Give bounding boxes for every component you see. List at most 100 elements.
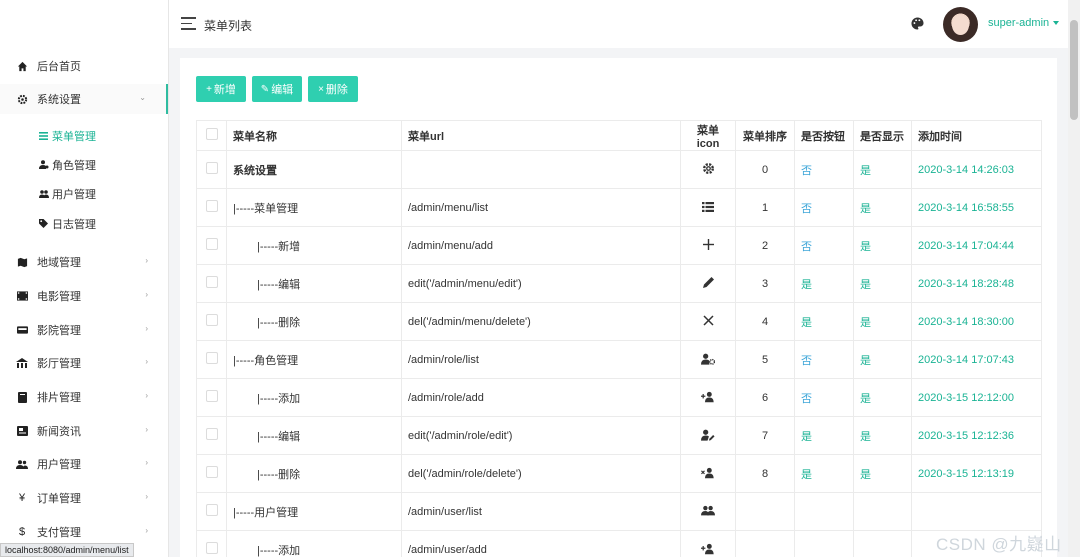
gear-icon (701, 161, 715, 175)
select-all-checkbox[interactable] (196, 120, 227, 151)
menu-icon-cell (680, 492, 736, 531)
is-visible-cell (853, 492, 912, 531)
sidebar-item-users[interactable]: 用户管理 › (0, 449, 168, 479)
table-header-row: 菜单名称 菜单url 菜单icon 菜单排序 是否按钮 是否显示 添加时间 (196, 120, 1042, 151)
page-title: 菜单列表 (204, 19, 253, 33)
sidebar-item-news[interactable]: 新闻资讯 › (0, 416, 168, 446)
menu-icon-cell (680, 302, 736, 341)
is-visible-cell: 是 (853, 378, 912, 417)
edit-button[interactable]: ✎ 编辑 (252, 76, 302, 102)
gear-icon (16, 93, 28, 105)
is-visible-cell: 是 (853, 302, 912, 341)
row-checkbox[interactable] (196, 150, 227, 189)
user-gear-icon (38, 160, 49, 169)
column-header: 菜单icon (680, 120, 736, 151)
chevron-right-icon: › (145, 492, 148, 501)
menu-name-cell: |-----删除 (226, 302, 402, 341)
row-checkbox[interactable] (196, 378, 227, 417)
sidebar-item-orders[interactable]: ¥ 订单管理 › (0, 483, 168, 513)
table-row[interactable]: |-----角色管理/admin/role/list 5 否是 2020-3-14 1… (196, 340, 1042, 379)
sidebar-item-system-settings[interactable]: 系统设置 ⌄ (0, 84, 168, 114)
news-icon (16, 425, 28, 437)
chevron-right-icon: › (145, 324, 148, 333)
created-time-cell: 2020-3-15 12:12:00 (911, 378, 1042, 417)
row-checkbox[interactable] (196, 302, 227, 341)
tag-icon (38, 219, 49, 228)
sidebar-item-label: 订单管理 (37, 493, 81, 505)
sidebar-item-label: 影院管理 (37, 325, 81, 337)
sidebar-item-schedule[interactable]: 排片管理 › (0, 382, 168, 412)
sidebar-subitem-log[interactable]: 日志管理 (0, 209, 168, 238)
menu-order-cell: 6 (735, 378, 795, 417)
row-checkbox[interactable] (196, 492, 227, 531)
sidebar-subitem-label: 菜单管理 (52, 130, 96, 143)
avatar[interactable] (943, 7, 978, 42)
menu-name-cell: 系统设置 (226, 150, 402, 189)
row-checkbox[interactable] (196, 416, 227, 455)
add-button[interactable]: + 新增 (196, 76, 246, 102)
row-checkbox[interactable] (196, 530, 227, 557)
pencil-icon: ✎ (260, 83, 270, 95)
user-edit-icon (701, 428, 715, 442)
table-row[interactable]: |-----添加/admin/role/add 6 否是 2020-3-15 12:1… (196, 378, 1042, 417)
table-row[interactable]: |-----添加/admin/user/add (196, 530, 1042, 557)
is-button-cell: 否 (794, 188, 854, 227)
user-menu[interactable]: super-admin (988, 17, 1060, 29)
sidebar-subitem-menu[interactable]: 菜单管理 (0, 121, 168, 150)
sidebar-item-cinema[interactable]: 影院管理 › (0, 315, 168, 345)
created-time-cell (911, 492, 1042, 531)
chevron-right-icon: › (145, 357, 148, 366)
plus-icon (701, 238, 715, 252)
sidebar-item-label: 新闻资讯 (37, 426, 81, 438)
column-header: 是否显示 (853, 120, 912, 151)
row-checkbox[interactable] (196, 226, 227, 265)
row-checkbox[interactable] (196, 264, 227, 303)
table-row[interactable]: |-----编辑 edit('/admin/menu/edit') 3 是是 2020-… (196, 264, 1042, 303)
menu-url-cell: edit('/admin/menu/edit') (401, 264, 681, 303)
scrollbar[interactable] (1068, 0, 1080, 557)
menu-toggle-icon[interactable] (181, 17, 196, 30)
table-row[interactable]: |-----菜单管理/admin/menu/list 1 否是 2020-3-14 1… (196, 188, 1042, 227)
table-row[interactable]: 系统设置 0 否是 2020-3-14 14:26:03 (196, 150, 1042, 189)
created-time-cell: 2020-3-15 12:12:36 (911, 416, 1042, 455)
sidebar-item-film[interactable]: 电影管理 › (0, 281, 168, 311)
menu-icon-cell (680, 378, 736, 417)
row-checkbox[interactable] (196, 454, 227, 493)
table-row[interactable]: |-----用户管理/admin/user/list (196, 492, 1042, 531)
row-checkbox[interactable] (196, 340, 227, 379)
menu-name-cell: |-----新增 (226, 226, 402, 265)
users-icon (701, 504, 715, 518)
sidebar-item-region[interactable]: 地域管理 › (0, 247, 168, 277)
table-row[interactable]: |-----编辑 edit('/admin/role/edit') 7 是是 2020-… (196, 416, 1042, 455)
created-time-cell: 2020-3-14 17:04:44 (911, 226, 1042, 265)
sidebar-item-hall[interactable]: 影厅管理 › (0, 348, 168, 378)
scrollbar-thumb[interactable] (1070, 20, 1078, 120)
sidebar-item-home[interactable]: 后台首页 (0, 51, 168, 81)
menu-url-cell: /admin/role/list (401, 340, 681, 379)
is-button-cell: 否 (794, 340, 854, 379)
dollar-icon: $ (18, 526, 26, 538)
delete-button[interactable]: × 删除 (308, 76, 358, 102)
menu-url-cell: /admin/menu/add (401, 226, 681, 265)
table-row[interactable]: |-----新增/admin/menu/add 2 否是 2020-3-14 17:0… (196, 226, 1042, 265)
sidebar-subitem-label: 角色管理 (52, 159, 96, 172)
row-checkbox[interactable] (196, 188, 227, 227)
palette-icon[interactable] (911, 17, 925, 31)
schedule-icon (16, 391, 28, 403)
table-row[interactable]: |-----删除 del('/admin/menu/delete') 4 是是 2020… (196, 302, 1042, 341)
menu-order-cell: 5 (735, 340, 795, 379)
created-time-cell: 2020-3-14 17:07:43 (911, 340, 1042, 379)
sidebar-subitem-role[interactable]: 角色管理 (0, 150, 168, 179)
menu-order-cell: 1 (735, 188, 795, 227)
edit-button-label: 编辑 (271, 84, 294, 96)
sidebar-subitem-user[interactable]: 用户管理 (0, 179, 168, 208)
menu-name-cell: |-----菜单管理 (226, 188, 402, 227)
chevron-right-icon: › (145, 290, 148, 299)
created-time-cell: 2020-3-14 14:26:03 (911, 150, 1042, 189)
sidebar-subitem-label: 日志管理 (52, 218, 96, 231)
map-icon (16, 256, 28, 268)
table-row[interactable]: |-----删除 del('/admin/role/delete') 8 是是 2020… (196, 454, 1042, 493)
is-visible-cell: 是 (853, 150, 912, 189)
sidebar-item-label: 系统设置 (37, 94, 81, 106)
user-times-icon (701, 466, 715, 480)
